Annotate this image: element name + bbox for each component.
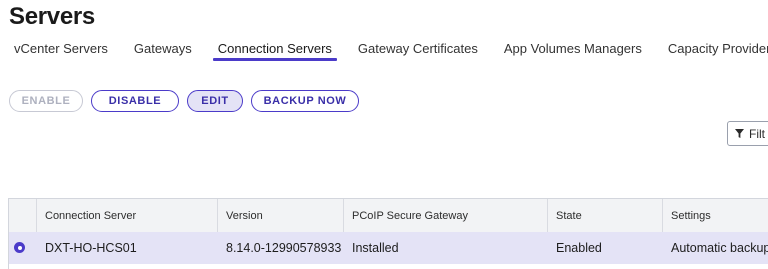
table-header: Connection Server Version PCoIP Secure G… (9, 199, 768, 233)
action-toolbar: ENABLE DISABLE EDIT BACKUP NOW (9, 90, 359, 112)
enable-button[interactable]: ENABLE (9, 90, 83, 112)
tab-capacity-providers[interactable]: Capacity Providers (668, 36, 768, 66)
disable-button[interactable]: DISABLE (91, 90, 179, 112)
row-select-cell[interactable] (9, 232, 36, 264)
column-header-pcoip-secure-gateway[interactable]: PCoIP Secure Gateway (343, 199, 547, 232)
table-row[interactable]: DXT-HO-HCS01 8.14.0-12990578933 Installe… (9, 232, 768, 264)
page-title: Servers (9, 3, 95, 30)
cell-connection-server: DXT-HO-HCS01 (45, 241, 137, 255)
tab-connection-servers[interactable]: Connection Servers (212, 36, 338, 66)
header-select-column (9, 199, 36, 232)
tab-app-volumes-managers[interactable]: App Volumes Managers (504, 36, 642, 66)
column-header-connection-server[interactable]: Connection Server (36, 199, 217, 232)
cell-state: Enabled (556, 241, 602, 255)
column-header-version[interactable]: Version (217, 199, 343, 232)
tab-bar: vCenter Servers Gateways Connection Serv… (14, 36, 768, 66)
backup-now-button[interactable]: BACKUP NOW (251, 90, 359, 112)
filter-button[interactable]: Filt (727, 121, 768, 146)
connection-servers-table: Connection Server Version PCoIP Secure G… (8, 198, 768, 269)
tab-vcenter-servers[interactable]: vCenter Servers (14, 36, 108, 66)
column-header-state[interactable]: State (547, 199, 662, 232)
cell-settings: Automatic backup (671, 241, 768, 255)
cell-version: 8.14.0-12990578933 (226, 241, 342, 255)
tab-gateways[interactable]: Gateways (134, 36, 192, 66)
cell-pcoip-secure-gateway: Installed (352, 241, 399, 255)
tab-gateway-certificates[interactable]: Gateway Certificates (358, 36, 478, 66)
edit-button[interactable]: EDIT (187, 90, 243, 112)
filter-label: Filt (749, 126, 765, 141)
column-header-settings[interactable]: Settings (662, 199, 768, 232)
filter-icon (735, 129, 744, 138)
